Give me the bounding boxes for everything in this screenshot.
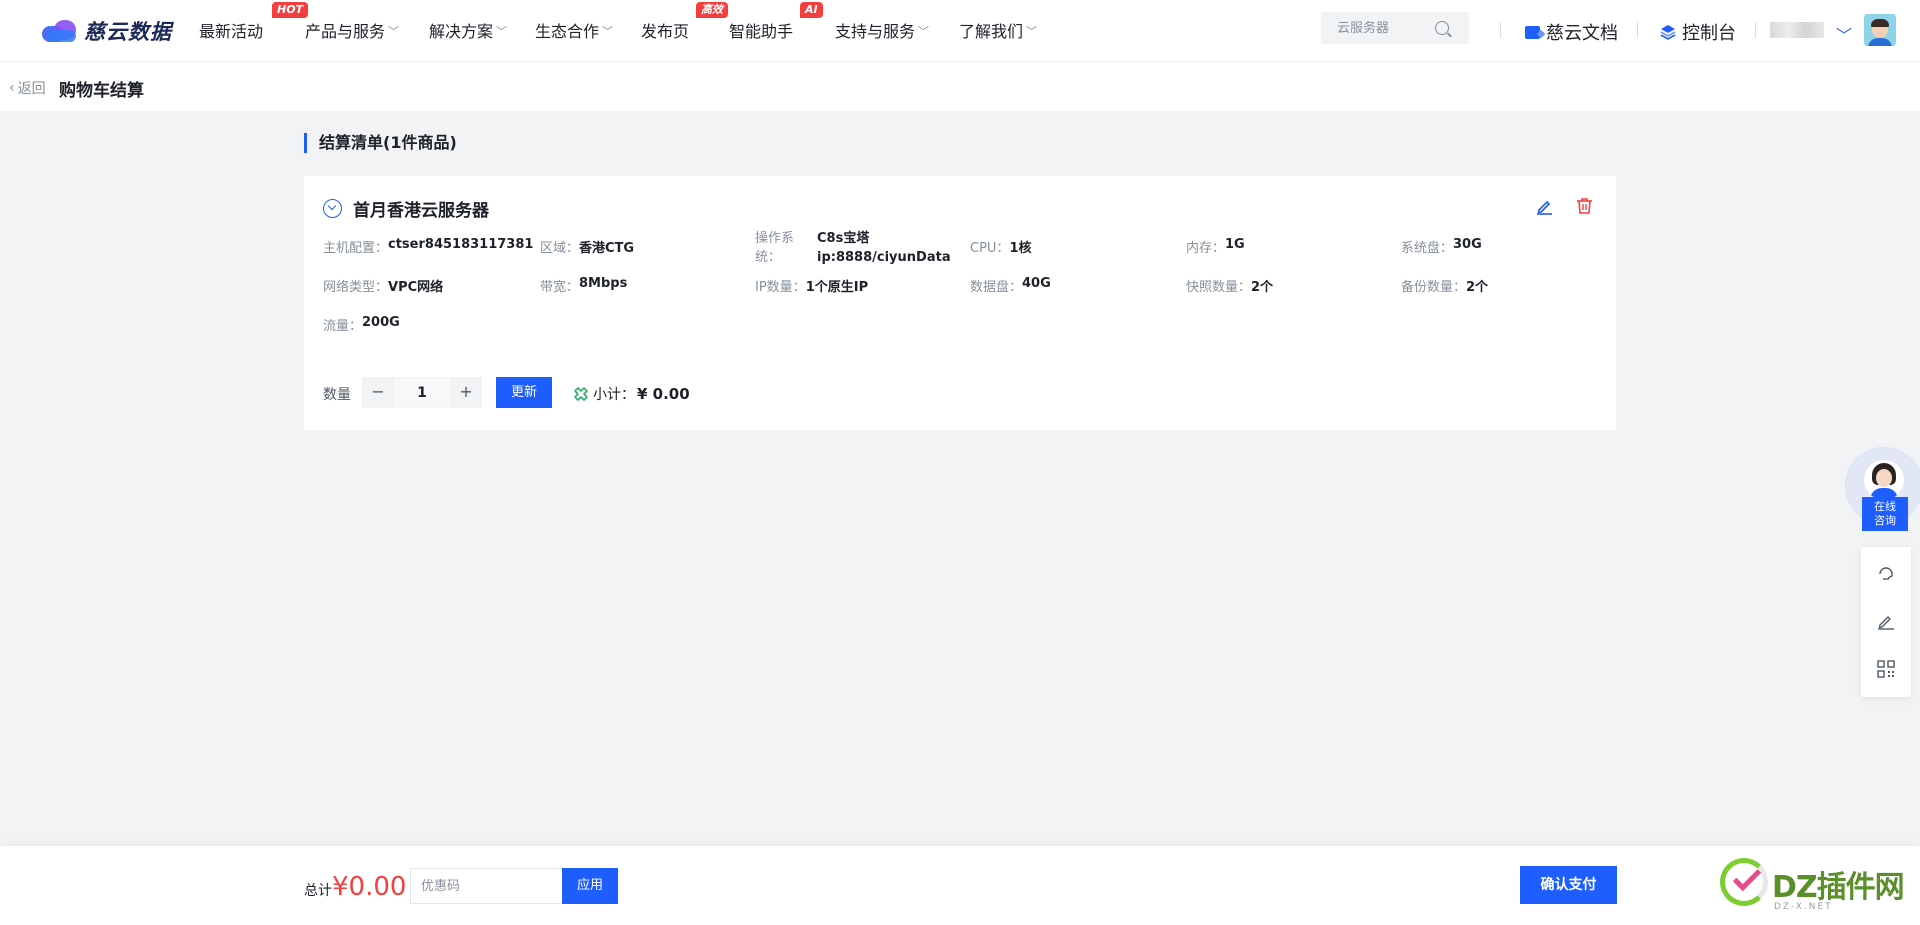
nav-item-support[interactable]: 支持与服务 ﹀ [835,18,929,42]
nav-item-about[interactable]: 了解我们 ﹀ [959,18,1037,42]
layers-icon [1660,25,1676,40]
nav-item-release-page[interactable]: 发布页 [641,18,689,42]
support-agent-icon [1864,460,1904,500]
nav-label: 支持与服务 [835,22,916,41]
quantity-input[interactable]: 1 [394,377,450,408]
spec-memory: 内存： 1G [1186,237,1245,256]
spec-bandwidth: 带宽： 8Mbps [540,276,628,295]
order-total: 总计 ¥0.00 [304,872,406,902]
cloud-logo-icon [42,18,80,44]
console-label: 控制台 [1682,23,1736,44]
subtotal-label: 小计： [593,387,635,403]
total-value: ¥0.00 [332,872,407,902]
username-blurred[interactable] [1770,22,1824,38]
nav-item-ecosystem[interactable]: 生态合作 ﹀ [535,18,613,42]
nav-label: 解决方案 [429,22,494,41]
section-title: 结算清单(1件商品) [304,133,457,153]
total-label: 总计 [304,883,332,899]
search-input[interactable] [1337,20,1437,36]
coupon-field[interactable] [410,868,563,904]
nav-item-latest-activity[interactable]: 最新活动 [199,18,263,42]
spec-network-type: 网络类型： VPC网络 [323,280,444,295]
quantity-label: 数量 [323,387,351,403]
confirm-payment-button[interactable]: 确认支付 [1520,866,1617,904]
divider [1755,22,1756,38]
hot-badge: HOT [272,2,309,18]
efficient-badge: 高效 [696,2,728,18]
chevron-down-icon: ﹀ [388,25,400,38]
cart-item-card: 首月香港云服务器 主机配置： ctser845183117381 区域： 香港CTG… [304,176,1616,430]
nav-item-ai-assistant[interactable]: 智能助手 [729,18,793,42]
top-navbar: 慈云数据 最新活动 HOT 产品与服务 ﹀ 解决方案 ﹀ 生态合作 ﹀ 发布页 高效 … [0,0,1920,62]
divider [1637,22,1638,38]
edit-icon [1878,616,1894,630]
edit-icon[interactable] [1536,198,1553,215]
spec-backup-count: 备份数量： 2个 [1401,280,1489,295]
qrcode-tool[interactable] [1861,645,1911,693]
feedback-tool[interactable] [1861,597,1911,645]
subtotal-value: ¥ 0.00 [637,385,690,403]
spec-traffic: 流量： 200G [323,315,400,334]
docs-label: 慈云文档 [1546,23,1618,44]
spec-ip-count: IP数量： 1个原生IP [755,280,869,295]
nav-label: 智能助手 [729,22,794,41]
back-label: 返回 [17,81,46,97]
spec-data-disk: 数据盘： 40G [970,276,1051,295]
quantity-stepper: − 1 + [362,377,482,408]
avatar[interactable] [1864,14,1896,46]
document-icon [1525,25,1540,39]
nav-label: 了解我们 [959,22,1024,41]
collapse-toggle-icon[interactable] [323,199,342,218]
coupon-input[interactable] [421,878,551,894]
nav-label: 生态合作 [535,22,600,41]
chevron-down-icon: ﹀ [496,25,508,38]
decrement-button[interactable]: − [362,377,394,408]
qrcode-icon [1877,660,1895,678]
update-button[interactable]: 更新 [496,377,552,408]
nav-item-solutions[interactable]: 解决方案 ﹀ [429,18,507,42]
chevron-down-icon: ﹀ [602,25,614,38]
spec-host-config: 主机配置： ctser845183117381 [323,237,534,256]
headset-icon [1879,567,1893,580]
product-name: 首月香港云服务器 [353,201,489,221]
docs-link[interactable]: 慈云文档 [1525,19,1618,45]
ai-badge: AI [800,2,823,18]
subtotal: 小计： ¥ 0.00 [574,384,690,404]
spec-region: 区域： 香港CTG [540,241,635,256]
back-button[interactable]: ‹ 返回 [9,78,46,98]
chevron-down-icon: ﹀ [1026,25,1038,38]
apply-coupon-button[interactable]: 应用 [562,868,618,904]
spec-snapshot-count: 快照数量： 2个 [1186,280,1274,295]
consult-tag: 在线 咨询 [1862,497,1908,531]
subtotal-icon [574,387,588,401]
brand-name: 慈云数据 [84,20,172,44]
chevron-left-icon: ‹ [9,80,15,96]
spec-system-disk: 系统盘： 30G [1401,237,1482,256]
cart-item-header[interactable]: 首月香港云服务器 [323,196,489,221]
divider [1500,22,1501,38]
search-box[interactable] [1321,12,1469,44]
chevron-down-icon[interactable]: ﹀ [1836,22,1852,46]
nav-label: 产品与服务 [305,22,386,41]
increment-button[interactable]: + [450,377,482,408]
console-link[interactable]: 控制台 [1660,19,1736,45]
online-consult-widget[interactable]: 在线 咨询 [1845,447,1920,531]
nav-label: 发布页 [641,22,690,41]
chevron-down-icon: ﹀ [918,25,930,38]
spec-cpu: CPU： 1核 [970,241,1032,256]
watermark-logo: DZ插件网 DZ-X.NET [1716,858,1916,922]
search-icon[interactable] [1435,21,1449,35]
nav-label: 最新活动 [199,22,264,41]
checkout-footer: 总计 ¥0.00 应用 确认支付 [0,846,1920,925]
nav-item-products[interactable]: 产品与服务 ﹀ [305,18,399,42]
float-toolbar [1861,547,1911,697]
page-header: ‹ 返回 购物车结算 [0,62,1920,111]
page-title: 购物车结算 [59,81,144,101]
brand-logo[interactable]: 慈云数据 [42,16,172,46]
delete-icon[interactable] [1576,197,1593,215]
refresh-tool[interactable] [1861,549,1911,597]
